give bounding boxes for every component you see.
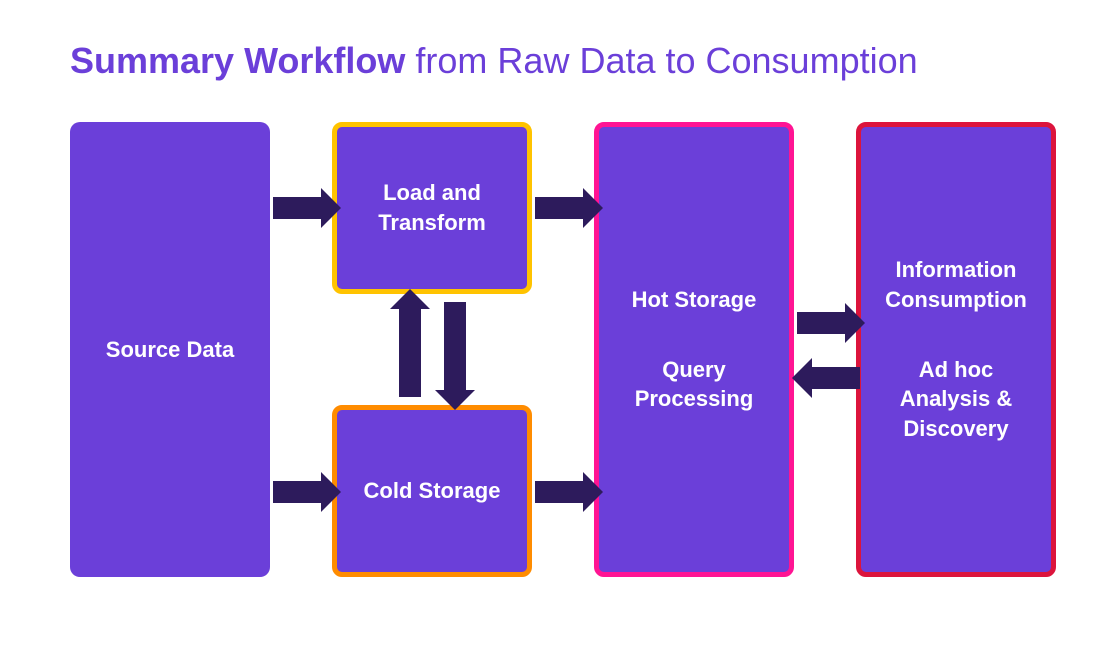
diagram-title: Summary Workflow from Raw Data to Consum… bbox=[70, 40, 1031, 82]
box-source-data: Source Data bbox=[70, 122, 270, 577]
box-load-label: Load and Transform bbox=[349, 178, 515, 237]
workflow-diagram: Source Data Load and Transform Cold Stor… bbox=[70, 122, 1030, 592]
arrow-cold-to-hot bbox=[535, 481, 585, 503]
box-source-label: Source Data bbox=[106, 335, 234, 365]
box-info-consumption-label: Information Consumption bbox=[873, 255, 1039, 314]
box-adhoc-label: Ad hoc Analysis & Discovery bbox=[873, 355, 1039, 444]
arrow-hot-to-info bbox=[797, 312, 847, 334]
title-rest: from Raw Data to Consumption bbox=[405, 40, 917, 81]
box-hot-storage-query: Hot Storage Query Processing bbox=[594, 122, 794, 577]
arrow-info-to-hot bbox=[810, 367, 860, 389]
box-info-consumption: Information Consumption Ad hoc Analysis … bbox=[856, 122, 1056, 577]
box-cold-label: Cold Storage bbox=[364, 476, 501, 506]
arrow-source-to-load bbox=[273, 197, 323, 219]
box-load-transform: Load and Transform bbox=[332, 122, 532, 294]
box-hot-storage-label: Hot Storage bbox=[632, 285, 757, 315]
arrow-load-to-cold bbox=[444, 302, 466, 392]
box-cold-storage: Cold Storage bbox=[332, 405, 532, 577]
arrow-source-to-cold bbox=[273, 481, 323, 503]
arrow-cold-to-load bbox=[399, 307, 421, 397]
arrow-load-to-hot bbox=[535, 197, 585, 219]
box-query-processing-label: Query Processing bbox=[611, 355, 777, 414]
title-bold: Summary Workflow bbox=[70, 40, 405, 81]
